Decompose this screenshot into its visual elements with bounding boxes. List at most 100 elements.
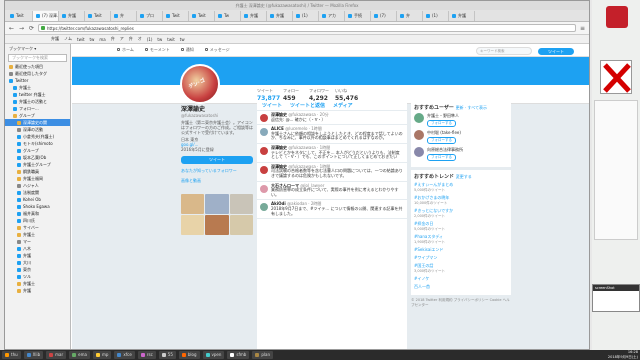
feed-tab[interactable]: ツイート [262, 101, 282, 110]
tweet[interactable]: 深澤諭史 @fukazawasa · 20分 返信先: @... 確かに（・∀・） [257, 111, 407, 126]
bookmark-item[interactable]: ア [120, 36, 124, 42]
sidebar-item[interactable]: モトキ(shimoto [5, 140, 70, 147]
sidebar-item[interactable]: 弁護 [5, 252, 70, 259]
app-icon[interactable] [606, 6, 628, 28]
sidebar-item[interactable]: 弁護士の活動と [5, 98, 70, 105]
sidebar-item[interactable]: 八木 [5, 245, 70, 252]
twitter-search-input[interactable]: キーワード検索 [476, 47, 532, 55]
feed-tab[interactable]: メディア [333, 101, 353, 110]
suggestion-name[interactable]: 弁護士・野田隼人 [427, 113, 459, 119]
trend-item[interactable]: #きっとにないですか 2,000件のツイート [414, 208, 508, 219]
sidebar-item[interactable]: マー [5, 238, 70, 245]
tab-item[interactable]: 手続 [345, 11, 371, 21]
bookmark-item[interactable]: オ [138, 36, 142, 42]
tab-item[interactable]: 弁護 [449, 11, 475, 21]
taskbar-item[interactable]: vpen [202, 351, 225, 359]
sidebar-item[interactable]: 最近使用したタグ [5, 70, 70, 77]
sidebar-header[interactable]: ブックマーク ▾ [5, 44, 70, 53]
tab-item[interactable]: 弁護 [241, 11, 267, 21]
tab-item[interactable]: 弁 [111, 11, 137, 21]
tweet-avatar[interactable] [260, 114, 268, 122]
sidebar-item[interactable]: Twitter [5, 77, 70, 84]
tab-item[interactable]: Twit [163, 11, 189, 21]
sidebar-item[interactable]: twitter 弁護士 [5, 91, 70, 98]
taskbar-item[interactable]: ema [69, 351, 90, 359]
suggestion-follow-button[interactable]: フォローする [427, 154, 456, 161]
tab-item[interactable]: プロ [137, 11, 163, 21]
trend-item[interactable]: #国王の話 3,000件のツイート [414, 263, 508, 274]
trend-item[interactable]: #hanaスタディ 1,900件のツイート [414, 234, 508, 245]
url-bar[interactable]: https://twitter.com/fukazawasatoshi_repl… [38, 24, 576, 32]
suggestion-avatar[interactable] [414, 130, 424, 140]
trend-item[interactable]: #おかげさまの晩年 10,000件のツイート [414, 195, 508, 206]
close-icon[interactable] [600, 60, 632, 94]
suggestion-follow-button[interactable]: フォローする [427, 120, 456, 127]
tweet[interactable]: 深澤諭史 @fukazawasa · 1時間 テレビとかをネタにして、不正を...… [257, 144, 407, 163]
tweet[interactable]: AkiOdi @akiodan · 2時間 2018年9月7日まで、#ツイテ...… [257, 200, 407, 220]
bookmark-item[interactable]: tw [157, 37, 162, 42]
back-icon[interactable]: ← [8, 25, 15, 32]
taskbar-item[interactable]: mp [92, 351, 112, 359]
footer-links[interactable]: © 2018 Twitter 利用規約 プライバシーポリシー Cookie ヘル… [411, 298, 511, 307]
sidebar-item[interactable]: グループ [5, 147, 70, 154]
trends-change-link[interactable]: 変更する [456, 174, 472, 179]
sidebar-item[interactable]: 大川 [5, 259, 70, 266]
taskbar-item[interactable]: xfce [114, 351, 135, 359]
suggestion-avatar[interactable] [414, 147, 424, 157]
tab-item[interactable]: 弁護 [59, 11, 85, 21]
photo-thumb[interactable] [181, 215, 205, 235]
tweet-avatar[interactable] [260, 128, 268, 137]
suggestion-name[interactable]: 向原総合法律事務所 [427, 147, 463, 153]
tweet-avatar[interactable] [260, 184, 268, 193]
stat-1[interactable]: フォロー 459 [283, 88, 299, 102]
suggestion-name[interactable]: 中村聡 (take-flee) [427, 130, 461, 136]
trend-item[interactable]: 百人一首 [414, 284, 508, 290]
trend-item[interactable]: #えすぃーんがまとめ 5,000件のツイート [414, 182, 508, 193]
sidebar-item[interactable]: 四川氏 [5, 217, 70, 224]
stat-0[interactable]: ツイート 73,877 [257, 88, 280, 102]
menu-icon[interactable]: ≡ [579, 25, 586, 32]
bookmark-item[interactable]: twit [167, 37, 175, 42]
tab-item[interactable]: (7) [371, 11, 397, 21]
sidebar-item[interactable]: フォロー... [5, 105, 70, 112]
sidebar-item[interactable]: 福井真和 [5, 210, 70, 217]
reload-icon[interactable]: ⟳ [28, 25, 35, 32]
photo-thumb[interactable] [205, 215, 229, 235]
stat-2[interactable]: フォロワー 4,292 [309, 88, 329, 102]
taskbar-item[interactable]: blog [178, 351, 200, 359]
tab-item[interactable]: Twit [189, 11, 215, 21]
sidebar-item[interactable]: 深澤論史の関 [5, 119, 70, 126]
sidebar-item[interactable]: Kohei Ob [5, 196, 70, 203]
bookmark-item[interactable]: tw [180, 37, 185, 42]
sidebar-item[interactable]: 鋼鉄職員 [5, 168, 70, 175]
tab-item[interactable]: 弁護 [267, 11, 293, 21]
taskbar-item[interactable]: mar [46, 351, 67, 359]
tab-item[interactable]: Tw [215, 11, 241, 21]
tab-item[interactable]: (1) [423, 11, 449, 21]
refresh-link[interactable]: 更新 · すべて表示 [456, 105, 487, 110]
stat-3[interactable]: いいね 55,476 [335, 88, 358, 102]
profile-tweet-button[interactable]: ツイート [181, 156, 253, 164]
trend-item[interactable]: #Sekisaiエンド [414, 247, 508, 253]
photo-thumb[interactable] [181, 194, 205, 214]
sidebar-item[interactable]: 弁護 [5, 287, 70, 294]
forward-icon[interactable]: → [18, 25, 25, 32]
sidebar-item[interactable]: Shoko Egawa [5, 203, 70, 210]
bookmark-item[interactable]: 弁 [129, 36, 133, 42]
feed-tab[interactable]: ツイートと返信 [290, 101, 325, 110]
taskbar-item[interactable]: rsc [137, 351, 156, 359]
tweet-button[interactable]: ツイート [538, 48, 574, 55]
bookmark-item[interactable]: 弁護 [51, 36, 59, 42]
tab-item[interactable]: 弁 [397, 11, 423, 21]
trend-item[interactable]: #ワイプマン [414, 255, 508, 261]
bookmark-item[interactable]: 弁 [111, 36, 115, 42]
taskbar-item[interactable]: 55 [158, 351, 176, 359]
suggestion-avatar[interactable] [414, 113, 424, 123]
tweet-avatar[interactable] [260, 203, 268, 212]
tab-item[interactable]: アカ [319, 11, 345, 21]
bookmark-item[interactable]: tw [90, 37, 95, 42]
photo-thumb[interactable] [229, 215, 253, 235]
sidebar-item[interactable]: 法制度関 [5, 189, 70, 196]
tweet-avatar[interactable] [260, 146, 268, 155]
tab-item[interactable]: Twit [85, 11, 111, 21]
